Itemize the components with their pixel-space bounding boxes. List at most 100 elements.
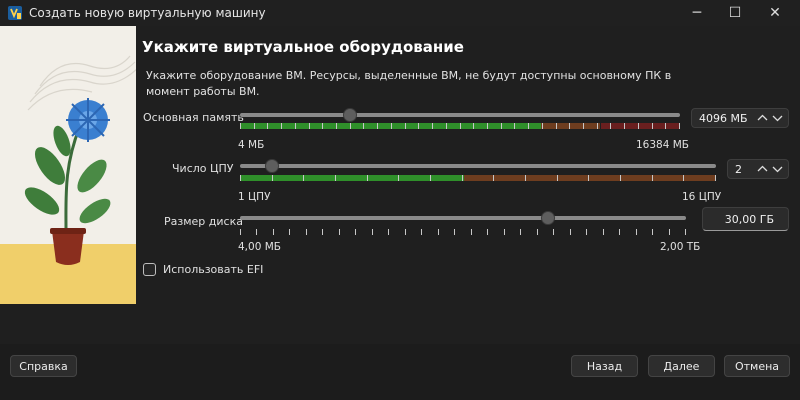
- disk-size-label: Размер диска: [164, 215, 243, 228]
- close-button[interactable]: ✕: [756, 0, 794, 26]
- slider-tick: [520, 229, 521, 235]
- dialog-footer: Справка Назад Далее Отмена: [0, 344, 800, 400]
- slider-tick: [652, 175, 653, 181]
- slider-tick: [454, 229, 455, 235]
- slider-tick: [254, 123, 255, 129]
- slider-tick: [715, 175, 716, 181]
- disk-slider-thumb[interactable]: [541, 211, 555, 225]
- next-button-label: Далее: [663, 359, 700, 373]
- slider-tick: [597, 123, 598, 129]
- slider-tick: [322, 229, 323, 235]
- efi-checkbox[interactable]: [143, 263, 156, 276]
- slider-tick: [528, 123, 529, 129]
- slider-tick: [542, 123, 543, 129]
- slider-tick: [679, 123, 680, 129]
- cpu-min-label: 1 ЦПУ: [238, 191, 271, 203]
- slider-tick: [273, 229, 274, 235]
- slider-tick: [322, 123, 323, 129]
- slider-tick: [588, 175, 589, 181]
- slider-tick: [487, 229, 488, 235]
- slider-tick: [586, 229, 587, 235]
- slider-tick: [603, 229, 604, 235]
- slider-tick: [430, 175, 431, 181]
- cpu-slider-thumb[interactable]: [265, 159, 279, 173]
- cpu-slider-track[interactable]: [240, 164, 716, 168]
- memory-label: Основная память: [143, 111, 244, 124]
- slider-tick: [462, 175, 463, 181]
- slider-tick: [421, 229, 422, 235]
- minimize-button[interactable]: ─: [678, 0, 716, 26]
- virtualbox-app-icon: [8, 6, 22, 20]
- memory-max-label: 16384 МБ: [636, 139, 690, 151]
- cancel-button[interactable]: Отмена: [724, 355, 790, 377]
- slider-tick: [432, 123, 433, 129]
- cpu-max-label: 16 ЦПУ: [682, 191, 722, 203]
- cancel-button-label: Отмена: [734, 359, 780, 373]
- slider-tick: [295, 123, 296, 129]
- minimize-icon: ─: [692, 5, 702, 21]
- memory-value: 4096 МБ: [699, 112, 748, 125]
- chevron-up-icon[interactable]: [756, 161, 769, 177]
- cpu-spinbox[interactable]: 2: [727, 159, 789, 179]
- slider-tick: [306, 229, 307, 235]
- efi-checkbox-label[interactable]: Использовать EFI: [163, 263, 263, 276]
- slider-tick: [372, 229, 373, 235]
- slider-tick: [610, 123, 611, 129]
- slider-tick: [460, 123, 461, 129]
- slider-tick: [240, 229, 241, 235]
- wizard-illustration: [0, 26, 136, 304]
- slider-tick: [583, 123, 584, 129]
- maximize-button[interactable]: ☐: [716, 0, 754, 26]
- slider-tick: [405, 229, 406, 235]
- slider-tick: [303, 175, 304, 181]
- disk-slider-track[interactable]: [240, 216, 686, 220]
- maximize-icon: ☐: [728, 5, 742, 21]
- chevron-down-icon[interactable]: [771, 110, 784, 126]
- slider-tick: [514, 123, 515, 129]
- slider-tick: [557, 175, 558, 181]
- slider-tick: [501, 123, 502, 129]
- help-button-label: Справка: [19, 359, 68, 373]
- slider-tick: [350, 123, 351, 129]
- slider-tick: [388, 229, 389, 235]
- next-button[interactable]: Далее: [648, 355, 715, 377]
- chevron-down-icon[interactable]: [771, 161, 784, 177]
- slider-tick: [418, 123, 419, 129]
- disk-size-input[interactable]: 30,00 ГБ: [702, 207, 789, 231]
- slider-tick: [272, 175, 273, 181]
- slider-tick: [624, 123, 625, 129]
- slider-tick: [339, 229, 340, 235]
- back-button-label: Назад: [586, 359, 623, 373]
- memory-spinbox[interactable]: 4096 МБ: [691, 108, 789, 128]
- slider-tick: [669, 229, 670, 235]
- slider-tick: [405, 123, 406, 129]
- slider-tick: [619, 229, 620, 235]
- back-button[interactable]: Назад: [571, 355, 638, 377]
- disk-size-value: 30,00 ГБ: [724, 213, 774, 226]
- slider-tick: [652, 229, 653, 235]
- title-bar: Создать новую виртуальную машину ─ ☐ ✕: [0, 0, 800, 26]
- slider-tick: [256, 229, 257, 235]
- slider-tick: [569, 123, 570, 129]
- help-button[interactable]: Справка: [10, 355, 77, 377]
- slider-tick: [473, 123, 474, 129]
- slider-tick: [487, 123, 488, 129]
- slider-tick: [355, 229, 356, 235]
- slider-tick: [620, 175, 621, 181]
- slider-tick: [267, 123, 268, 129]
- slider-tick: [438, 229, 439, 235]
- memory-slider-thumb[interactable]: [343, 108, 357, 122]
- memory-slider-track[interactable]: [240, 113, 680, 117]
- slider-tick: [336, 123, 337, 129]
- slider-tick: [665, 123, 666, 129]
- slider-tick: [525, 175, 526, 181]
- slider-tick: [289, 229, 290, 235]
- slider-tick: [281, 123, 282, 129]
- slider-tick: [240, 123, 241, 129]
- window-title: Создать новую виртуальную машину: [29, 6, 266, 20]
- slider-tick: [652, 123, 653, 129]
- slider-tick: [638, 123, 639, 129]
- chevron-up-icon[interactable]: [756, 110, 769, 126]
- slider-tick: [685, 229, 686, 235]
- slider-tick: [309, 123, 310, 129]
